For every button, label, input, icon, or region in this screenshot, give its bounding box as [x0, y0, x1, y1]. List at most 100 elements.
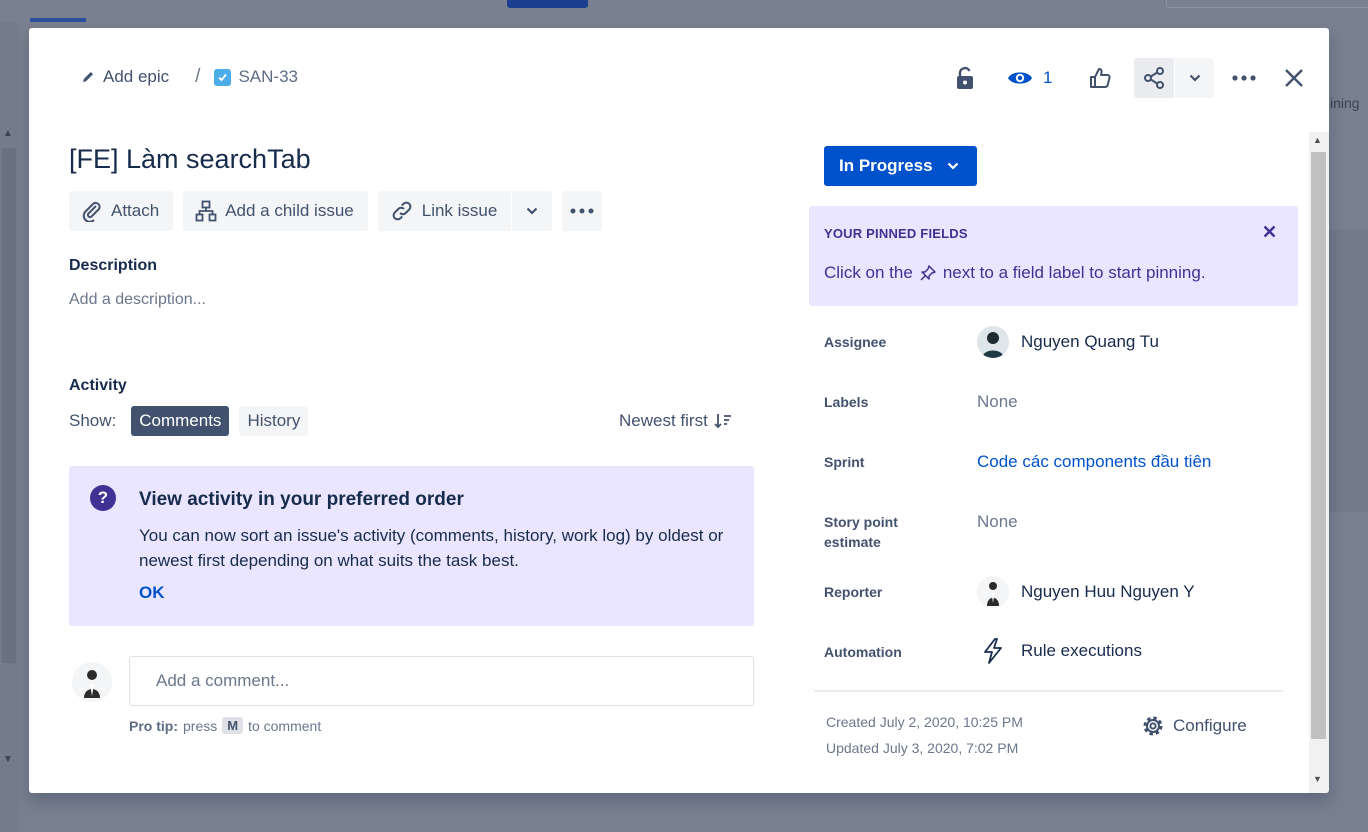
attach-button[interactable]: Attach — [69, 191, 174, 231]
activity-label: Activity — [69, 377, 127, 394]
chevron-down-icon — [527, 207, 538, 215]
tab-history[interactable]: History — [239, 406, 309, 436]
pinned-fields-title: YOUR PINNED FIELDS — [824, 226, 968, 241]
background-text: ining — [1330, 95, 1360, 111]
background-scrollbar — [2, 148, 16, 663]
scroll-down-icon[interactable]: ▼ — [1313, 774, 1322, 784]
reporter-avatar — [977, 576, 1009, 608]
sprint-label: Sprint — [824, 454, 865, 470]
story-point-field[interactable]: None — [977, 512, 1018, 532]
chevron-down-icon — [947, 162, 958, 170]
tab-comments[interactable]: Comments — [131, 406, 230, 436]
background-search — [1166, 0, 1368, 8]
reporter-name: Nguyen Huu Nguyen Y — [1021, 582, 1195, 601]
sort-order-button[interactable]: Newest first — [619, 411, 732, 431]
issue-actions: Attach Add a child issue Link issue — [69, 191, 603, 231]
close-icon — [1285, 69, 1304, 87]
pinned-close-button[interactable] — [1263, 221, 1276, 244]
watch-button[interactable]: 1 — [1007, 58, 1052, 98]
lightning-icon — [984, 638, 1002, 664]
share-dropdown-button[interactable] — [1175, 58, 1215, 98]
assignee-label: Assignee — [824, 334, 887, 350]
pro-tip: Pro tip: press M to comment — [129, 717, 321, 734]
watch-count: 1 — [1043, 68, 1053, 87]
close-icon — [1263, 225, 1276, 238]
pro-tip-label: Pro tip: — [129, 717, 178, 734]
background-button — [507, 0, 588, 8]
comment-input[interactable]: Add a comment... — [129, 656, 754, 706]
pinned-fields-hint: Click on the next to a field label to st… — [824, 263, 1206, 283]
labels-field[interactable]: None — [977, 392, 1018, 412]
breadcrumb: Add epic / SAN-33 — [81, 66, 298, 88]
pinned-hint-post: next to a field label to start pinning. — [942, 263, 1206, 282]
task-type-icon — [214, 68, 232, 86]
background-scroll-up-icon: ▲ — [3, 128, 13, 139]
unlock-icon — [957, 66, 973, 89]
issue-key-link[interactable]: SAN-33 — [214, 67, 298, 87]
link-issue-group: Link issue — [377, 191, 553, 231]
paperclip-icon — [82, 201, 101, 222]
activity-filter: Show: Comments History — [69, 406, 309, 436]
thumbs-up-icon — [1090, 68, 1112, 88]
chevron-down-icon — [1189, 74, 1201, 82]
add-child-label: Add a child issue — [225, 201, 354, 220]
story-point-label: Story point estimate — [824, 514, 898, 550]
close-button[interactable] — [1274, 58, 1314, 98]
show-label: Show: — [69, 411, 117, 430]
link-issue-dropdown[interactable] — [512, 191, 553, 231]
more-issue-actions-button[interactable] — [562, 191, 603, 231]
comment-placeholder: Add a comment... — [156, 671, 290, 690]
like-button[interactable] — [1080, 58, 1120, 98]
notice-ok-button[interactable]: OK — [139, 583, 165, 603]
description-input[interactable]: Add a description... — [69, 291, 206, 309]
sort-descending-icon — [714, 414, 731, 429]
labels-label: Labels — [824, 394, 869, 410]
notice-title: View activity in your preferred order — [139, 489, 464, 510]
assignee-name: Nguyen Quang Tu — [1021, 332, 1159, 351]
divider — [814, 690, 1283, 692]
background-scroll-down-icon: ▼ — [3, 754, 13, 765]
reporter-field[interactable]: Nguyen Huu Nguyen Y — [977, 576, 1195, 608]
pinned-hint-pre: Click on the — [824, 263, 913, 282]
updated-date: Updated July 3, 2020, 7:02 PM — [826, 740, 1019, 756]
hierarchy-icon — [195, 200, 217, 222]
created-date: Created July 2, 2020, 10:25 PM — [826, 714, 1023, 730]
more-icon — [1232, 75, 1257, 81]
scroll-up-icon[interactable]: ▲ — [1313, 135, 1322, 145]
automation-label: Automation — [824, 644, 902, 660]
question-icon: ? — [90, 485, 116, 511]
more-actions-button[interactable] — [1224, 58, 1264, 98]
pro-tip-post: to comment — [248, 717, 322, 734]
status-dropdown[interactable]: In Progress — [824, 146, 977, 186]
configure-label: Configure — [1173, 716, 1247, 735]
gear-icon — [1143, 716, 1163, 736]
pinned-fields-panel: YOUR PINNED FIELDS Click on the next to … — [809, 206, 1298, 306]
automation-field[interactable]: Rule executions — [977, 638, 1142, 664]
assignee-avatar — [977, 326, 1009, 358]
sprint-field[interactable]: Code các components đầu tiên — [977, 452, 1211, 472]
add-child-issue-button[interactable]: Add a child issue — [183, 191, 368, 231]
sort-order-label: Newest first — [619, 411, 708, 430]
configure-button[interactable]: Configure — [1141, 714, 1247, 738]
sidebar-scroll-thumb[interactable] — [1311, 152, 1326, 739]
add-epic-label: Add epic — [103, 67, 170, 86]
more-icon — [570, 208, 594, 214]
link-icon — [392, 201, 412, 221]
share-group — [1134, 58, 1215, 98]
share-button[interactable] — [1134, 58, 1175, 98]
issue-key: SAN-33 — [238, 67, 298, 86]
activity-order-notice: ? View activity in your preferred order … — [69, 466, 754, 626]
link-issue-button[interactable]: Link issue — [377, 191, 512, 231]
user-avatar-icon — [72, 662, 112, 702]
background-tab-indicator — [30, 18, 86, 22]
background-panel — [1329, 230, 1368, 512]
add-epic-link[interactable]: Add epic — [81, 67, 169, 87]
share-icon — [1144, 67, 1165, 89]
breadcrumb-separator: / — [195, 66, 201, 87]
automation-value: Rule executions — [1021, 641, 1142, 660]
pro-tip-pre: press — [183, 717, 218, 734]
issue-title[interactable]: [FE] Làm searchTab — [69, 144, 311, 175]
lock-button[interactable] — [945, 58, 985, 98]
assignee-field[interactable]: Nguyen Quang Tu — [977, 326, 1159, 358]
attach-label: Attach — [111, 201, 160, 220]
